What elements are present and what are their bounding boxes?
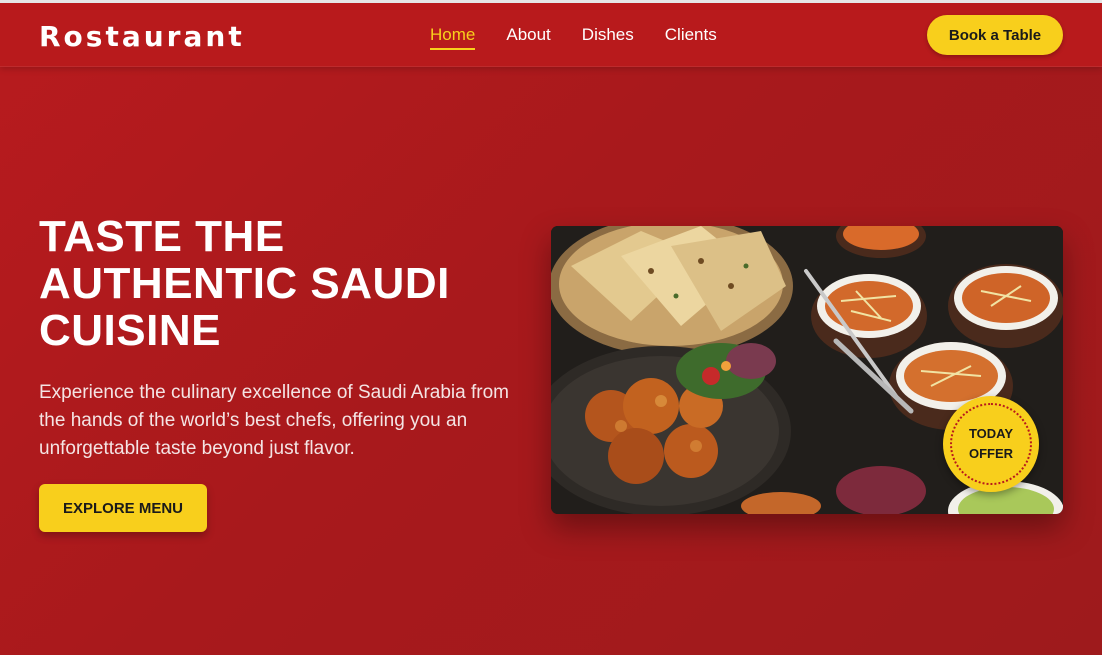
hero-title-line-2: AUTHENTIC SAUDI <box>39 259 450 308</box>
explore-menu-button[interactable]: EXPLORE MENU <box>39 484 207 532</box>
site-logo[interactable]: Rostaurant <box>39 20 245 53</box>
nav-links: Home About Dishes Clients <box>430 25 717 50</box>
hero-description: Experience the culinary excellence of Sa… <box>39 382 509 459</box>
landing-page: Rostaurant Home About Dishes Clients Boo… <box>0 3 1102 655</box>
badge-line-1: TODAY <box>968 426 1014 441</box>
today-offer-badge[interactable]: TODAY OFFER <box>943 396 1039 492</box>
hero-title: TASTE THE AUTHENTIC SAUDI CUISINE <box>39 213 519 354</box>
badge-line-2: OFFER <box>968 446 1014 461</box>
book-table-button[interactable]: Book a Table <box>927 15 1063 55</box>
nav-link-about[interactable]: About <box>506 25 550 50</box>
nav-link-dishes[interactable]: Dishes <box>582 25 634 50</box>
nav-link-clients[interactable]: Clients <box>665 25 717 50</box>
hero-title-line-1: TASTE THE <box>39 212 285 261</box>
nav-link-home[interactable]: Home <box>430 25 476 50</box>
hero-title-line-3: CUISINE <box>39 306 221 355</box>
badge-text: TODAY OFFER <box>969 424 1013 464</box>
navbar: Rostaurant Home About Dishes Clients Boo… <box>0 3 1102 67</box>
